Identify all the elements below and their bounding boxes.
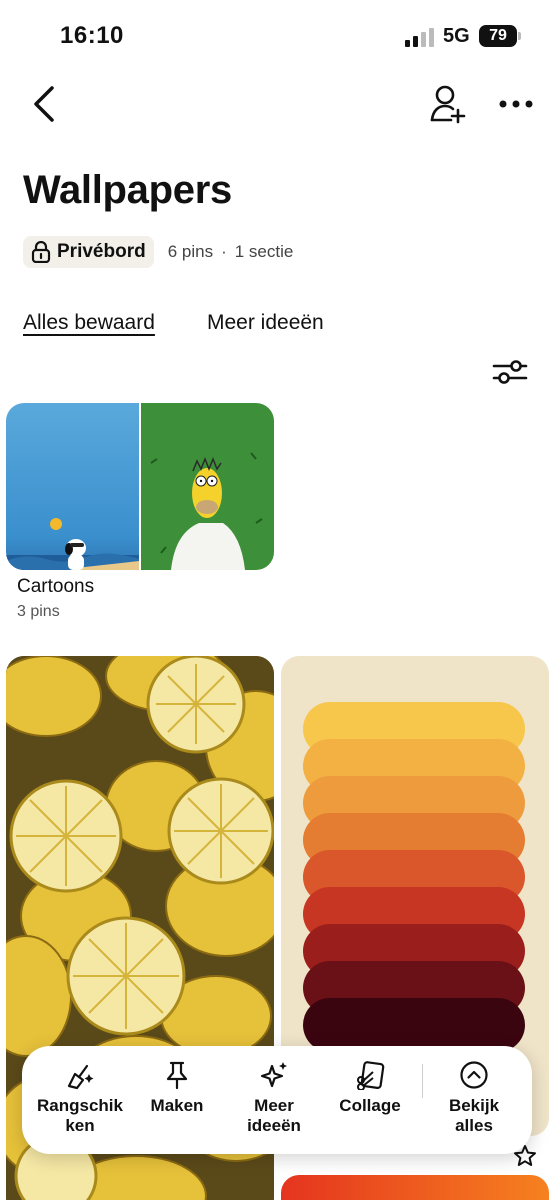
sparkle-icon bbox=[260, 1062, 287, 1088]
section-cover[interactable] bbox=[6, 403, 274, 570]
view-all-label: Bekijk alles bbox=[448, 1096, 500, 1135]
create-action[interactable]: Maken bbox=[127, 1060, 227, 1116]
sliders-icon bbox=[492, 360, 528, 384]
tab-all-saved[interactable]: Alles bewaard bbox=[23, 311, 155, 335]
private-badge: Privébord bbox=[23, 236, 154, 268]
create-label: Maken bbox=[150, 1096, 204, 1115]
chevron-left-icon bbox=[34, 86, 54, 122]
network-type: 5G bbox=[443, 25, 470, 47]
more-ideas-label: Meer ideeën bbox=[247, 1096, 301, 1135]
add-person-icon bbox=[430, 85, 466, 124]
filter-button[interactable] bbox=[488, 352, 532, 392]
back-button[interactable] bbox=[24, 80, 64, 128]
cartoon-hedge-image bbox=[141, 403, 274, 570]
collage-scissors-icon bbox=[357, 1061, 385, 1090]
board-meta: Privébord 6 pins · 1 sectie bbox=[23, 236, 293, 268]
cartoon-beach-image bbox=[6, 403, 139, 570]
board-action-bar: Rangschik ken Maken Meer ideeën Collage … bbox=[22, 1046, 532, 1154]
collage-label: Collage bbox=[339, 1096, 401, 1115]
chevron-up-circle-icon bbox=[460, 1061, 488, 1089]
status-bar: 16:10 5G 79 bbox=[0, 0, 555, 70]
board-title: Wallpapers bbox=[23, 168, 232, 212]
battery-indicator: 79 bbox=[479, 25, 521, 47]
collage-action[interactable]: Collage bbox=[320, 1060, 420, 1116]
pin-red-image[interactable] bbox=[281, 1175, 549, 1200]
section-title[interactable]: Cartoons bbox=[17, 576, 94, 598]
view-all-action[interactable]: Bekijk alles bbox=[424, 1060, 524, 1136]
cellular-signal-icon bbox=[405, 28, 434, 47]
lock-icon bbox=[31, 241, 51, 263]
pin-count: 6 pins bbox=[167, 242, 214, 261]
add-collaborator-button[interactable] bbox=[426, 80, 470, 128]
more-dots-icon bbox=[499, 100, 533, 108]
privacy-label: Privébord bbox=[57, 241, 146, 262]
pin-icon bbox=[166, 1061, 188, 1090]
organize-label: Rangschik ken bbox=[37, 1096, 123, 1135]
status-time: 16:10 bbox=[60, 22, 124, 49]
organize-action[interactable]: Rangschik ken bbox=[30, 1060, 130, 1136]
palette-stripe bbox=[303, 998, 525, 1052]
more-options-button[interactable] bbox=[494, 84, 538, 124]
sparkle-broom-icon bbox=[67, 1064, 94, 1090]
more-ideas-action[interactable]: Meer ideeën bbox=[224, 1060, 324, 1136]
tab-more-ideas[interactable]: Meer ideeën bbox=[207, 311, 324, 335]
action-divider bbox=[422, 1064, 423, 1098]
section-count: 1 sectie bbox=[234, 242, 294, 261]
section-pin-count: 3 pins bbox=[17, 603, 60, 620]
meta-separator: · bbox=[221, 242, 227, 261]
